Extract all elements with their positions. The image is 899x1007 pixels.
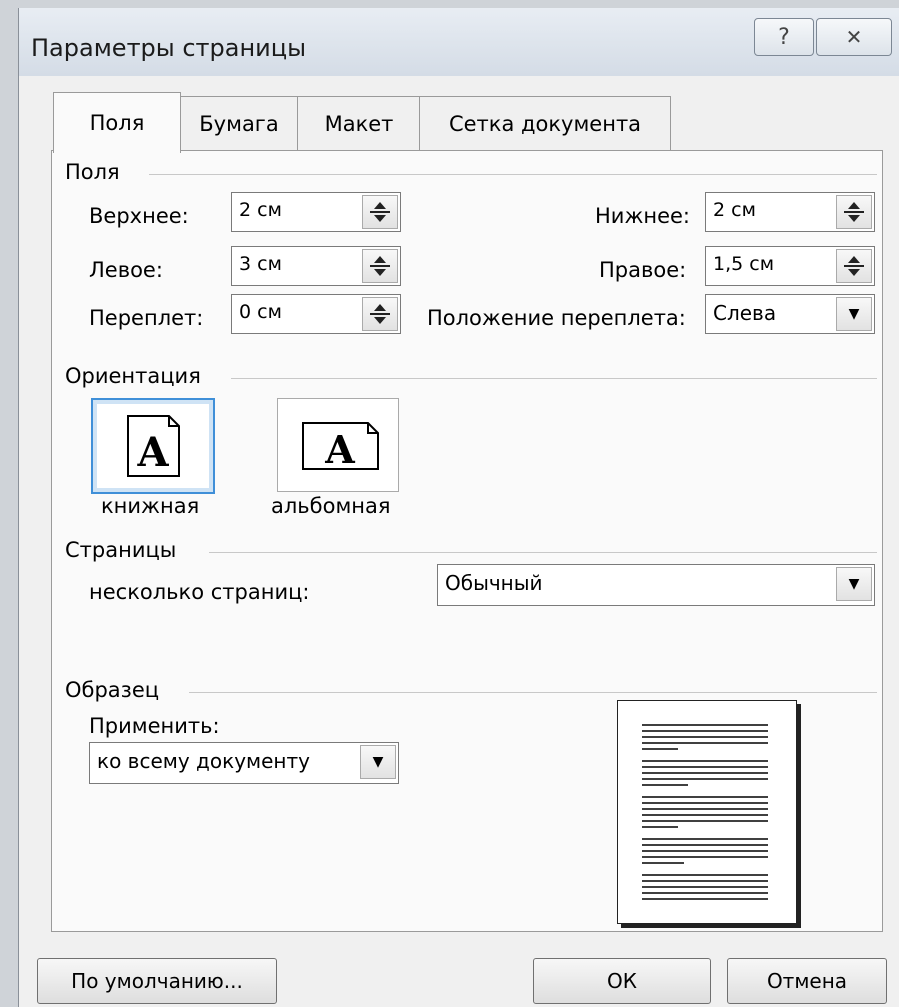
gutter-value: 0 см bbox=[239, 301, 282, 323]
apply-to-label: Применить: bbox=[89, 714, 220, 738]
tab-paper[interactable]: Бумага bbox=[179, 96, 299, 151]
chevron-down-icon[interactable]: ▼ bbox=[836, 567, 872, 601]
right-margin-value: 1,5 см bbox=[713, 253, 775, 275]
close-icon: ✕ bbox=[845, 25, 863, 49]
gutter-spinner[interactable]: 0 см bbox=[231, 294, 401, 334]
multiple-pages-label: несколько страниц: bbox=[89, 580, 310, 604]
group-divider bbox=[189, 692, 877, 693]
title-bar: Параметры страницы ? ✕ bbox=[19, 8, 899, 76]
ok-button[interactable]: ОК bbox=[533, 958, 711, 1004]
svg-text:A: A bbox=[136, 429, 169, 476]
bottom-margin-spinner[interactable]: 2 см bbox=[705, 192, 875, 232]
tab-label: Макет bbox=[324, 112, 394, 136]
tab-label: Бумага bbox=[199, 112, 279, 136]
spin-arrows-icon[interactable] bbox=[362, 195, 398, 229]
group-divider bbox=[149, 174, 877, 175]
bottom-margin-value: 2 см bbox=[713, 199, 756, 221]
left-margin-spinner[interactable]: 3 см bbox=[231, 246, 401, 286]
tab-layout[interactable]: Макет bbox=[297, 96, 421, 151]
tab-label: Поля bbox=[89, 111, 145, 135]
tab-margins[interactable]: Поля bbox=[53, 92, 181, 153]
apply-to-value: ко всему документу bbox=[97, 749, 310, 773]
set-default-label: По умолчанию... bbox=[71, 969, 243, 993]
page-preview-lines bbox=[642, 724, 768, 900]
portrait-page-icon: A bbox=[127, 415, 180, 477]
dialog-title: Параметры страницы bbox=[31, 34, 307, 62]
chevron-down-icon[interactable]: ▼ bbox=[360, 745, 396, 779]
chevron-down-icon[interactable]: ▼ bbox=[836, 297, 872, 331]
set-default-button[interactable]: По умолчанию... bbox=[37, 958, 277, 1004]
portrait-label: книжная bbox=[101, 494, 200, 518]
right-margin-spinner[interactable]: 1,5 см bbox=[705, 246, 875, 286]
ok-label: ОК bbox=[607, 969, 637, 993]
help-icon: ? bbox=[778, 24, 790, 50]
gutter-position-value: Слева bbox=[713, 301, 777, 325]
help-button[interactable]: ? bbox=[754, 18, 814, 56]
cancel-button[interactable]: Отмена bbox=[727, 958, 887, 1004]
page-preview bbox=[617, 700, 797, 924]
group-divider bbox=[231, 378, 877, 379]
landscape-option[interactable]: A bbox=[277, 398, 399, 492]
orientation-group-label: Ориентация bbox=[65, 364, 201, 388]
top-margin-spinner[interactable]: 2 см bbox=[231, 192, 401, 232]
preview-group-label: Образец bbox=[65, 678, 160, 702]
tab-label: Сетка документа bbox=[448, 112, 642, 136]
group-divider bbox=[209, 552, 877, 553]
top-margin-label: Верхнее: bbox=[89, 204, 189, 228]
left-margin-label: Левое: bbox=[89, 258, 163, 282]
apply-to-select[interactable]: ко всему документу ▼ bbox=[89, 742, 399, 784]
multiple-pages-select[interactable]: Обычный ▼ bbox=[437, 564, 875, 606]
page-setup-dialog: Параметры страницы ? ✕ Поля Бумага Макет… bbox=[18, 8, 899, 1007]
tab-document-grid[interactable]: Сетка документа bbox=[419, 96, 671, 151]
close-button[interactable]: ✕ bbox=[816, 18, 892, 56]
svg-text:A: A bbox=[324, 427, 355, 472]
multiple-pages-value: Обычный bbox=[445, 571, 543, 595]
left-margin-value: 3 см bbox=[239, 253, 282, 275]
bottom-margin-label: Нижнее: bbox=[595, 204, 691, 228]
landscape-page-icon: A bbox=[302, 422, 379, 472]
margins-group-label: Поля bbox=[65, 160, 120, 184]
top-margin-value: 2 см bbox=[239, 199, 282, 221]
gutter-label: Переплет: bbox=[89, 306, 204, 330]
spin-arrows-icon[interactable] bbox=[836, 195, 872, 229]
portrait-option[interactable]: A bbox=[91, 398, 215, 494]
gutter-position-select[interactable]: Слева ▼ bbox=[705, 294, 875, 334]
spin-arrows-icon[interactable] bbox=[362, 249, 398, 283]
pages-group-label: Страницы bbox=[65, 538, 177, 562]
right-margin-label: Правое: bbox=[599, 258, 687, 282]
spin-arrows-icon[interactable] bbox=[362, 297, 398, 331]
gutter-position-label: Положение переплета: bbox=[427, 306, 686, 330]
spin-arrows-icon[interactable] bbox=[836, 249, 872, 283]
landscape-label: альбомная bbox=[271, 494, 391, 518]
cancel-label: Отмена bbox=[766, 969, 848, 993]
